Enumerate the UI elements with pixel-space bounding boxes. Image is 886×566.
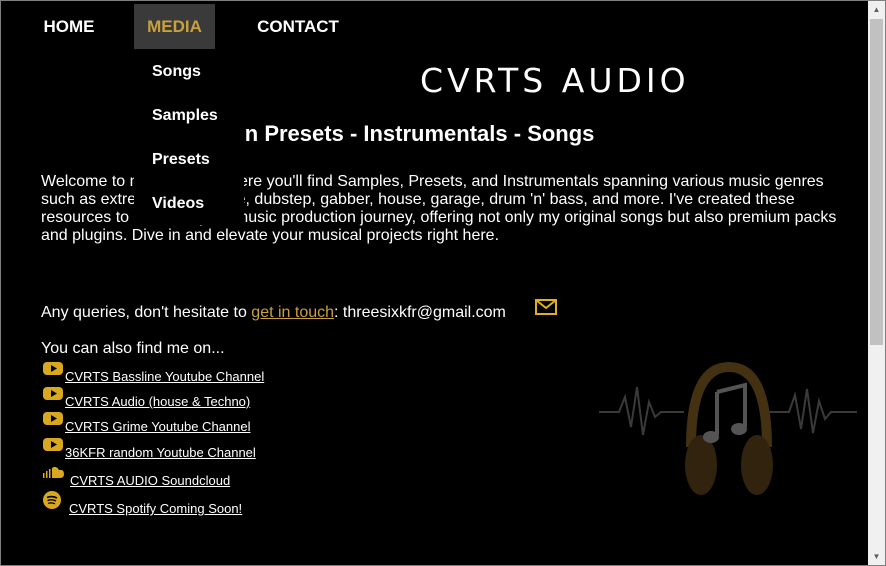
scroll-down-arrow-icon[interactable]: ▼ (868, 548, 885, 565)
vertical-scrollbar[interactable]: ▲ ▼ (868, 1, 885, 565)
youtube-icon (43, 412, 63, 425)
nav-media[interactable]: MEDIA (134, 4, 215, 49)
nav-contact[interactable]: CONTACT (255, 4, 341, 49)
scrollbar-thumb[interactable] (870, 19, 883, 345)
mail-icon[interactable] (535, 299, 557, 315)
social-link-label[interactable]: CVRTS Audio (house & Techno) (65, 394, 250, 409)
media-dropdown-menu: Songs Samples Presets Videos (134, 49, 244, 225)
scroll-up-arrow-icon[interactable]: ▲ (868, 1, 885, 18)
social-link-label[interactable]: 36KFR random Youtube Channel (65, 445, 256, 460)
spotify-icon (43, 491, 61, 509)
social-link-label[interactable]: CVRTS AUDIO Soundcloud (70, 473, 230, 488)
dropdown-item-songs[interactable]: Songs (152, 63, 201, 81)
find-me-heading: You can also find me on... (41, 340, 225, 357)
social-link-label[interactable]: CVRTS Grime Youtube Channel (65, 419, 250, 434)
youtube-icon (43, 387, 63, 400)
contact-line: Any queries, don't hesitate to get in to… (41, 304, 506, 322)
headphones-logo-icon (599, 361, 857, 495)
social-link-label[interactable]: CVRTS Spotify Coming Soon! (69, 501, 242, 516)
top-nav: HOME MEDIA CONTACT (1, 1, 869, 49)
youtube-icon (43, 362, 63, 375)
dropdown-item-presets[interactable]: Presets (152, 151, 210, 169)
social-link-label[interactable]: CVRTS Bassline Youtube Channel (65, 369, 264, 384)
soundcloud-icon (43, 466, 64, 478)
get-in-touch-link[interactable]: get in touch (251, 304, 334, 321)
youtube-icon (43, 438, 63, 451)
browser-viewport: HOME MEDIA CONTACT Songs Samples Presets… (0, 0, 886, 566)
contact-prefix: Any queries, don't hesitate to (41, 304, 252, 321)
dropdown-item-videos[interactable]: Videos (152, 195, 204, 213)
site-brand-logo: CVRTS AUDIO (420, 61, 690, 100)
nav-home[interactable]: HOME (41, 4, 97, 49)
dropdown-item-samples[interactable]: Samples (152, 107, 218, 125)
page-subtitle: Plugin Presets - Instrumentals - Songs (191, 121, 595, 146)
contact-email: : threesixkfr@gmail.com (334, 304, 506, 321)
